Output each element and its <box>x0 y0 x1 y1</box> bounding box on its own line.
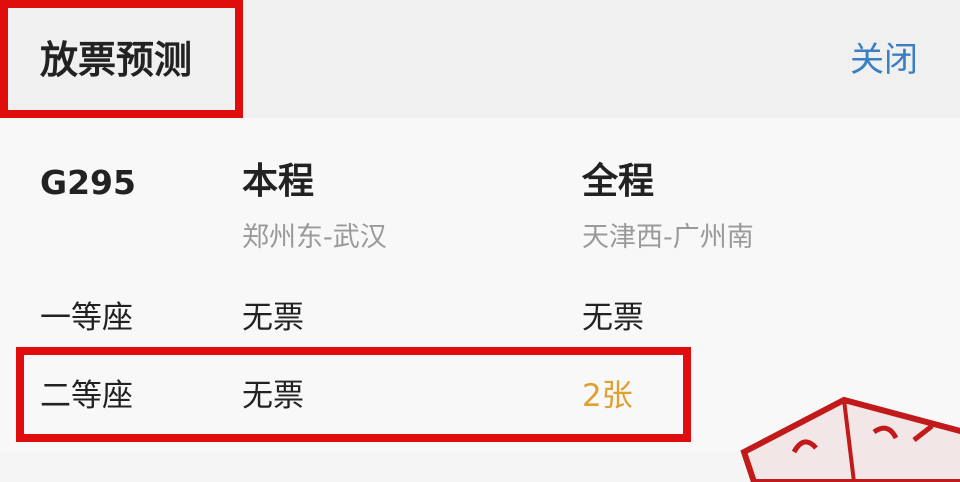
seat-label-first-class: 一等座 <box>40 300 133 336</box>
dialog-header: 放票预测 关闭 <box>0 0 960 118</box>
column-heading-full: 全程 <box>582 161 655 202</box>
forecast-table <box>0 118 960 452</box>
seat-label-second-class: 二等座 <box>40 378 133 414</box>
dialog-title: 放票预测 <box>40 38 193 82</box>
column-route-segment: 郑州东-武汉 <box>242 222 387 253</box>
column-route-full: 天津西-广州南 <box>582 222 754 253</box>
close-button[interactable]: 关闭 <box>850 36 918 84</box>
first-class-segment-tickets: 无票 <box>242 300 304 336</box>
first-class-full-tickets: 无票 <box>582 300 644 336</box>
second-class-full-tickets: 2张 <box>582 378 633 414</box>
train-number: G295 <box>40 163 136 202</box>
column-heading-segment: 本程 <box>242 161 315 202</box>
second-class-segment-tickets: 无票 <box>242 378 304 414</box>
